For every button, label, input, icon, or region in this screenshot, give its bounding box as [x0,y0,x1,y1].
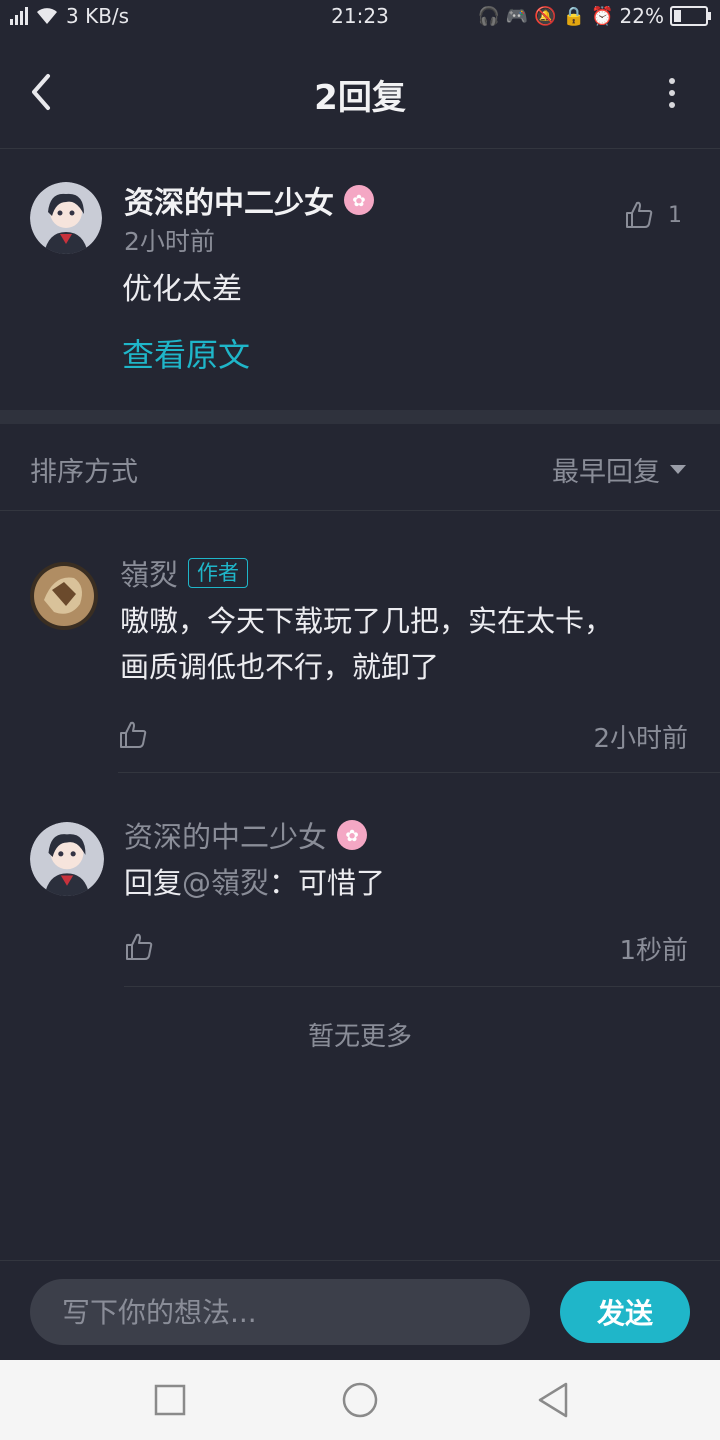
divider [118,772,720,773]
reply-author[interactable]: 资深的中二少女 ✿ [124,814,368,856]
page-title: 2回复 [314,78,406,118]
header: 2回复 [0,36,720,149]
rabbit-badge-icon: ✿ [337,820,368,850]
sort-bar: 排序方式 最早回复 [0,424,720,511]
post-text: 优化太差 [122,272,242,307]
reply-time: 2小时前 [593,724,688,754]
reply-text-line: 画质调低也不行，就卸了 [120,650,440,684]
reply-suffix: ：可惜了 [269,866,386,900]
home-icon[interactable] [340,1380,380,1420]
comment-input[interactable] [30,1279,530,1345]
status-bar: 3 KB/s 21:23 🎧 🎮 🔕 🔒 ⏰ 22% [0,0,720,36]
recent-apps-icon[interactable] [150,1380,190,1420]
alarm-icon: ⏰ [591,5,614,27]
sort-dropdown[interactable]: 最早回复 [552,450,686,489]
post-like-count: 1 [668,202,682,228]
reply-text: 回复@嶺烮：可惜了 [124,860,385,906]
battery-percent: 22% [619,4,664,28]
rabbit-badge-icon: ✿ [344,185,374,215]
post-time: 2小时前 [124,227,215,256]
battery-icon [670,6,711,26]
post-author-name[interactable]: 资深的中二少女 [124,178,334,222]
reply-author-name[interactable]: 嶺烮 [120,552,178,594]
author-tag: 作者 [188,558,249,588]
dropdown-triangle-icon[interactable] [670,465,686,474]
send-button[interactable]: 发送 [560,1281,690,1343]
reply-text: 嗷嗷，今天下载玩了几把，实在太卡， 画质调低也不行，就卸了 [120,598,613,690]
thumbs-up-icon[interactable] [118,720,148,750]
no-more-text: 暂无更多 [307,1022,412,1052]
avatar[interactable] [30,182,102,254]
more-options-icon[interactable] [664,78,680,108]
sort-value[interactable]: 最早回复 [552,450,660,489]
thumbs-up-icon[interactable] [124,932,154,962]
reply-author-name[interactable]: 资深的中二少女 [124,814,327,856]
post-author[interactable]: 资深的中二少女 ✿ [124,178,374,222]
gamepad-icon: 🎮 [505,5,529,27]
avatar[interactable] [30,822,104,896]
reply-text-line: 嗷嗷，今天下载玩了几把，实在太卡， [120,604,614,638]
rotation-lock-icon: 🔒 [562,5,586,27]
composer-bar: 发送 [0,1260,720,1361]
mute-bell-icon: 🔕 [534,5,557,27]
view-original-link[interactable]: 查看原文 [122,330,250,376]
avatar[interactable] [30,560,98,632]
system-nav-bar [0,1360,720,1440]
thumbs-up-icon[interactable] [624,200,654,230]
divider [124,986,720,987]
mention-link[interactable]: @嶺烮 [182,866,269,900]
headphones-icon: 🎧 [477,5,500,27]
reply-time: 1秒前 [619,936,688,966]
post-like-button[interactable]: 1 [624,200,682,230]
reply-author[interactable]: 嶺烮 作者 [120,552,249,594]
section-divider [0,410,720,424]
sort-label: 排序方式 [30,457,138,488]
reply-prefix: 回复 [124,866,183,900]
back-icon[interactable] [534,1380,574,1420]
